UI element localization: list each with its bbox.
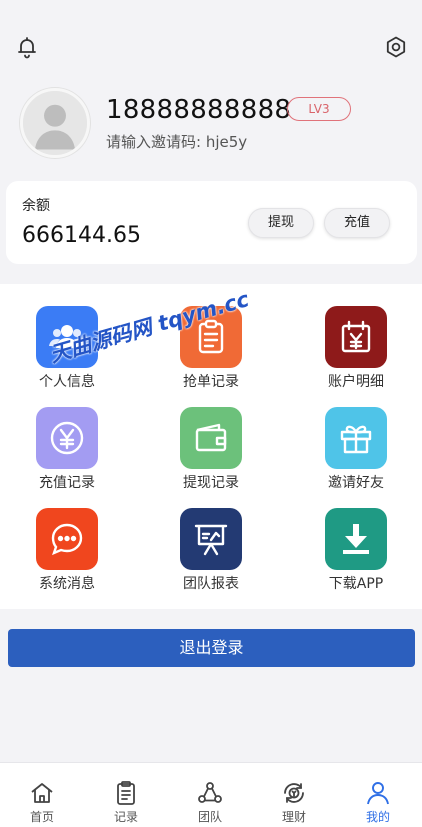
tab-home[interactable]: 首页 [0, 763, 84, 827]
top-bar [0, 0, 422, 90]
tab-label: 团队 [197, 810, 222, 824]
tab-label: 理财 [281, 810, 306, 824]
home-icon [31, 783, 53, 803]
recharge-button[interactable]: 充值 [324, 208, 390, 238]
menu-label: 邀请好友 [328, 475, 384, 491]
logout-button[interactable]: 退出登录 [8, 629, 415, 667]
gift-icon [325, 407, 387, 469]
yen-coin-icon [36, 407, 98, 469]
team-icon [198, 782, 222, 803]
menu-item-account-details[interactable]: 账户明细 [301, 306, 411, 401]
tab-finance[interactable]: 理财 [252, 763, 336, 827]
tab-team[interactable]: 团队 [168, 763, 252, 827]
avatar[interactable] [20, 88, 90, 158]
level-badge: LV3 [287, 97, 351, 121]
bell-icon[interactable] [15, 35, 39, 59]
menu-label: 系统消息 [39, 576, 95, 592]
menu-label: 团队报表 [183, 576, 239, 592]
menu-item-download-app[interactable]: 下载APP [301, 508, 411, 603]
withdraw-button[interactable]: 提现 [248, 208, 314, 238]
menu-item-order-records[interactable]: 抢单记录 [156, 306, 266, 401]
menu-label: 抢单记录 [183, 374, 239, 390]
tab-records[interactable]: 记录 [84, 763, 168, 827]
menu-item-personal-info[interactable]: 个人信息 [12, 306, 122, 401]
tab-bar: 首页 记录 团队 理财 我的 [0, 762, 422, 827]
invite-code: 请输入邀请码: hje5y [106, 133, 248, 151]
menu-item-invite-friends[interactable]: 邀请好友 [301, 407, 411, 502]
menu-label: 下载APP [328, 576, 384, 592]
balance-card: 余额 666144.65 提现 充值 [6, 181, 417, 264]
presentation-icon [180, 508, 242, 570]
profile-icon [367, 782, 389, 805]
phone-number: 18888888888 [106, 95, 292, 125]
users-icon [36, 306, 98, 368]
profile-section: 18888888888 LV3 请输入邀请码: hje5y [0, 85, 422, 165]
calendar-yen-icon [325, 306, 387, 368]
download-icon [325, 508, 387, 570]
menu-label: 充值记录 [39, 475, 95, 491]
balance-label: 余额 [22, 198, 50, 214]
tab-label: 我的 [365, 810, 390, 824]
menu-item-recharge-records[interactable]: 充值记录 [12, 407, 122, 502]
menu-item-withdraw-records[interactable]: 提现记录 [156, 407, 266, 502]
finance-icon [284, 783, 304, 803]
wallet-icon [180, 407, 242, 469]
menu-item-system-messages[interactable]: 系统消息 [12, 508, 122, 603]
tab-profile[interactable]: 我的 [336, 763, 420, 827]
menu-label: 账户明细 [328, 374, 384, 390]
menu-label: 个人信息 [39, 374, 95, 390]
menu-item-team-report[interactable]: 团队报表 [156, 508, 266, 603]
chat-icon [36, 508, 98, 570]
tab-label: 首页 [29, 810, 54, 824]
menu-label: 提现记录 [183, 475, 239, 491]
settings-icon[interactable] [384, 35, 408, 59]
balance-value: 666144.65 [22, 223, 141, 248]
records-icon [117, 781, 135, 805]
clipboard-icon [180, 306, 242, 368]
tab-label: 记录 [113, 810, 138, 824]
menu-grid: 个人信息 抢单记录 账户明细 充值记录 提现记录 邀请好友 系统消息 团队报表 … [0, 284, 422, 609]
